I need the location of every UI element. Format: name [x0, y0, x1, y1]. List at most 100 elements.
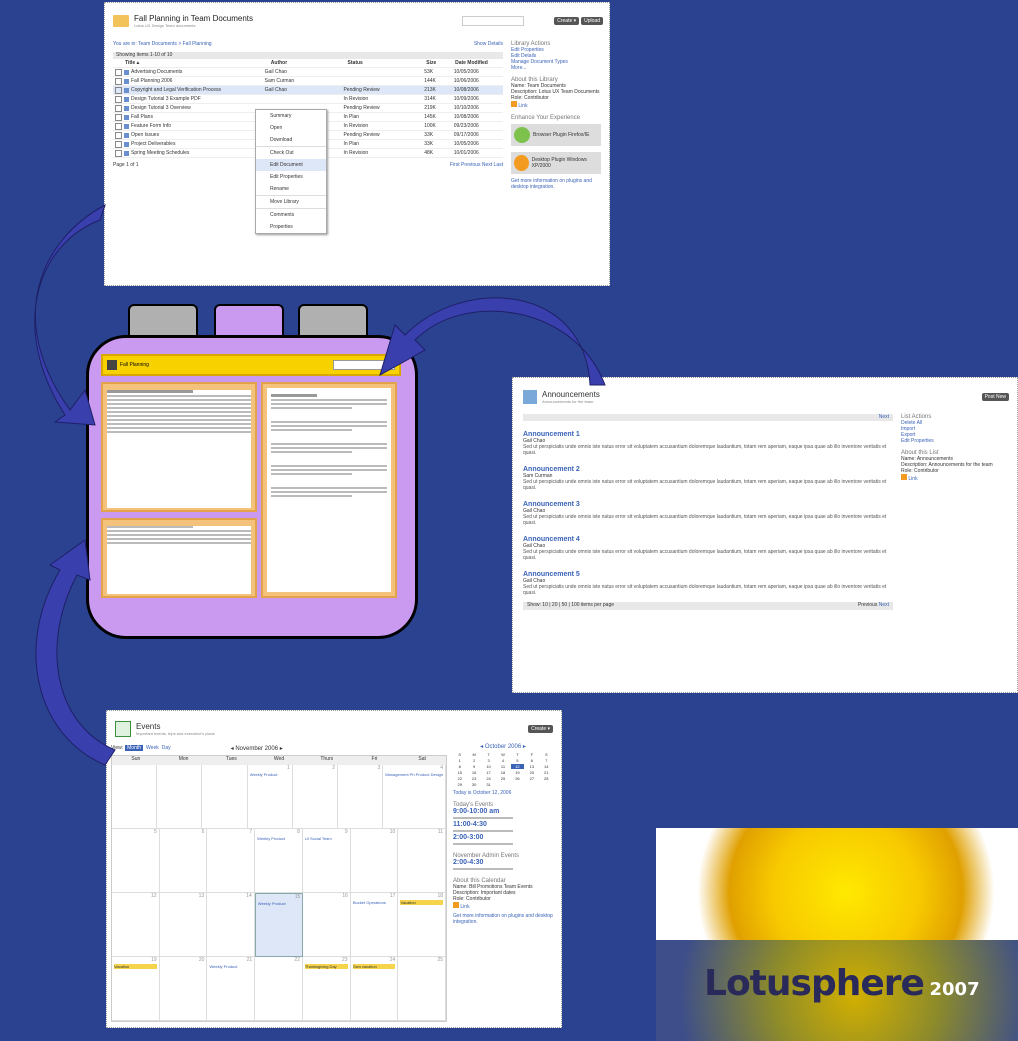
column-header[interactable]: Title ▴: [113, 60, 269, 66]
document-title[interactable]: Advertising Documents: [131, 69, 182, 75]
day-cell[interactable]: 12: [112, 893, 160, 957]
calendar-event[interactable]: Bucket Operations: [353, 900, 396, 905]
day-cell[interactable]: 10: [350, 829, 399, 893]
pager-next[interactable]: Next: [482, 162, 492, 168]
day-cell[interactable]: 11: [398, 829, 447, 893]
day-cell[interactable]: 22: [255, 957, 303, 1021]
mini-date[interactable]: 19: [511, 770, 524, 775]
row-checkbox[interactable]: [115, 113, 122, 121]
announcement-title[interactable]: Announcement 3: [523, 501, 893, 508]
announcement-title[interactable]: Announcement 1: [523, 431, 893, 438]
document-title[interactable]: Copyright and Legal Verification Process: [131, 87, 221, 93]
view-month[interactable]: Month: [125, 745, 144, 751]
day-cell[interactable]: [202, 765, 248, 829]
day-cell[interactable]: 16: [303, 893, 351, 957]
event-time[interactable]: 2:00-4:30: [453, 859, 553, 866]
table-row[interactable]: Fall Planning 2006 Sam Curman 144K 10/06/20…: [113, 77, 503, 86]
day-cell[interactable]: 3: [338, 765, 384, 829]
row-checkbox[interactable]: [115, 68, 122, 76]
search-input[interactable]: [462, 16, 525, 26]
calendar-event[interactable]: Vacation: [114, 964, 157, 969]
column-header[interactable]: Status: [346, 60, 425, 66]
mini-date[interactable]: 20: [525, 770, 538, 775]
day-cell[interactable]: 4 Management Ph Product Design: [383, 765, 447, 829]
mini-date[interactable]: 15: [453, 770, 466, 775]
day-cell[interactable]: 25: [398, 957, 447, 1021]
view-day[interactable]: Day: [162, 745, 171, 751]
document-title[interactable]: Open Issues: [131, 132, 159, 138]
mini-date[interactable]: 14: [540, 764, 553, 769]
calendar-event[interactable]: Weekly Product: [250, 772, 290, 777]
row-checkbox[interactable]: [115, 104, 122, 112]
device-panel-events[interactable]: [101, 518, 257, 598]
mini-date[interactable]: 8: [453, 764, 466, 769]
view-week[interactable]: Week: [146, 745, 159, 751]
plugin-note[interactable]: Get more information on plugins and desk…: [453, 913, 553, 925]
create-button[interactable]: Create ▾: [554, 17, 580, 25]
day-cell[interactable]: 21 Weekly Product: [207, 957, 256, 1021]
calendar-event[interactable]: Vacation: [400, 900, 444, 905]
calendar-event[interactable]: Weekly Product: [209, 964, 252, 969]
mini-date[interactable]: 24: [482, 776, 495, 781]
pager-next[interactable]: Next: [879, 602, 889, 608]
post-new-button[interactable]: Post New: [981, 393, 1009, 401]
row-checkbox[interactable]: [115, 77, 122, 85]
calendar-event[interactable]: Own vacation: [352, 964, 396, 969]
pager-next[interactable]: Next: [879, 414, 889, 421]
mini-date[interactable]: 30: [467, 782, 480, 787]
mini-date[interactable]: 12: [510, 764, 525, 769]
announcement-title[interactable]: Announcement 5: [523, 571, 893, 578]
document-title[interactable]: Design Tutorial 3 Example PDF: [131, 96, 201, 102]
event-time[interactable]: 2:00-3:00: [453, 834, 553, 841]
mini-date[interactable]: 27: [525, 776, 538, 781]
mini-date[interactable]: 23: [467, 776, 480, 781]
mini-date[interactable]: 18: [496, 770, 509, 775]
pager-first[interactable]: First: [450, 162, 460, 168]
context-menu-item[interactable]: Comments: [256, 209, 326, 221]
document-title[interactable]: Design Tutorial 3 Overview: [131, 105, 191, 111]
context-menu-item[interactable]: Download: [256, 134, 326, 147]
mini-date[interactable]: 9: [467, 764, 480, 769]
today-link[interactable]: Today is October 12, 2006: [453, 790, 553, 796]
document-title[interactable]: Spring Meeting Schedules: [131, 150, 189, 156]
mini-date[interactable]: 31: [482, 782, 495, 787]
event-time[interactable]: 11:00-4:30: [453, 821, 553, 828]
row-checkbox[interactable]: [115, 140, 122, 148]
show-details-link[interactable]: Show Details: [474, 41, 503, 47]
context-menu-item[interactable]: Edit Document: [256, 159, 326, 171]
table-row[interactable]: Advertising Documents Gail Chao 53K 10/05/2…: [113, 68, 503, 77]
column-header[interactable]: Size: [424, 60, 453, 66]
calendar-event[interactable]: UI Social Team: [305, 836, 348, 841]
mini-date[interactable]: 7: [540, 758, 553, 763]
context-menu-item[interactable]: Move Library: [256, 196, 326, 209]
rss-link[interactable]: Link: [460, 904, 469, 910]
day-cell[interactable]: 19 Vacation: [112, 957, 160, 1021]
day-cell[interactable]: 8 Weekly Product: [255, 829, 303, 893]
day-cell[interactable]: 24 Own vacation: [350, 957, 399, 1021]
desktop-plugin-button[interactable]: Desktop Plugin Windows XP/2000: [511, 152, 601, 174]
day-cell[interactable]: 20: [159, 957, 208, 1021]
column-header[interactable]: Author: [269, 60, 346, 66]
day-cell[interactable]: 15 Weekly Product: [254, 893, 304, 957]
mini-date[interactable]: 17: [482, 770, 495, 775]
context-menu-item[interactable]: Check Out: [256, 147, 326, 159]
announcement-title[interactable]: Announcement 2: [523, 466, 893, 473]
announcement-title[interactable]: Announcement 4: [523, 536, 893, 543]
table-row[interactable]: Design Tutorial 3 Example PDF In Revision…: [113, 95, 503, 104]
sidebar-link[interactable]: Edit Properties: [901, 438, 1001, 444]
day-cell[interactable]: 9 UI Social Team: [302, 829, 351, 893]
mini-date[interactable]: 11: [496, 764, 509, 769]
browser-plugin-button[interactable]: Browser Plugin Firefox/IE: [511, 124, 601, 146]
mini-date[interactable]: 1: [453, 758, 466, 763]
mini-date[interactable]: 22: [453, 776, 466, 781]
row-checkbox[interactable]: [115, 86, 122, 94]
sidebar-link[interactable]: More...: [511, 65, 601, 71]
context-menu-item[interactable]: Rename: [256, 183, 326, 196]
mini-date[interactable]: 29: [453, 782, 466, 787]
rss-link[interactable]: Link: [908, 476, 917, 482]
mini-date[interactable]: 25: [496, 776, 509, 781]
calendar-event[interactable]: Management Ph Product Design: [385, 772, 443, 777]
mini-date[interactable]: 6: [525, 758, 538, 763]
breadcrumb[interactable]: You are in: Team Documents > Fall Planni…: [113, 41, 212, 47]
row-checkbox[interactable]: [115, 149, 122, 157]
